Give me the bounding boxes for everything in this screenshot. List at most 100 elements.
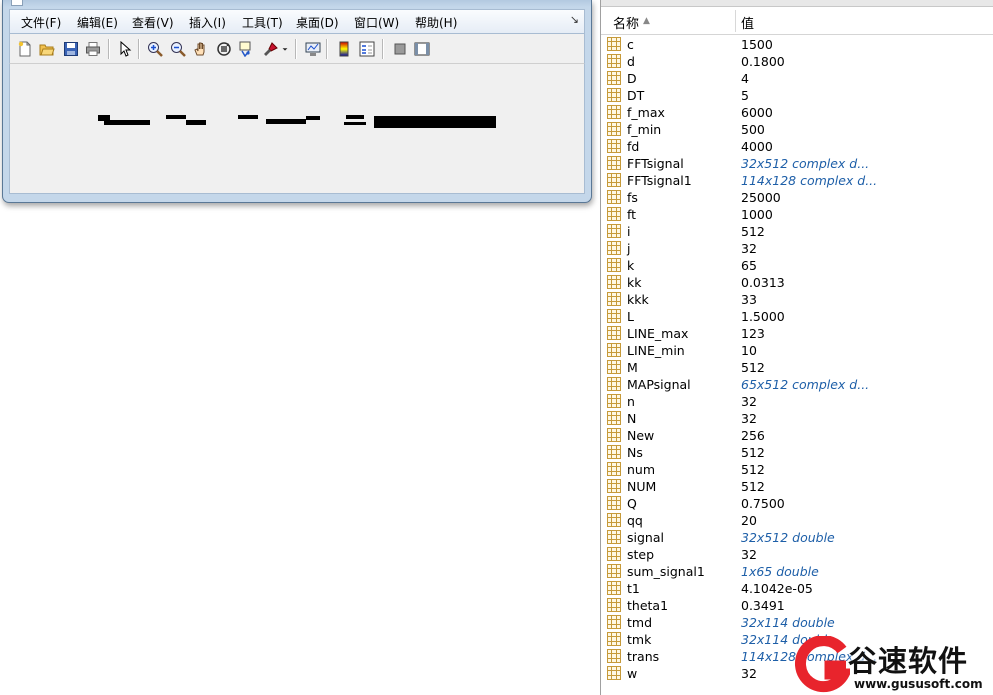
variable-row[interactable]: signal 32x512 double [601, 529, 993, 546]
toolbar-separator [108, 39, 110, 59]
figure-window-icon [11, 0, 23, 6]
variable-name: Ns [627, 445, 643, 460]
variable-array-icon [607, 411, 621, 425]
variable-row[interactable]: step 32 [601, 546, 993, 563]
variable-value: 123 [741, 326, 765, 341]
variable-value: 65 [741, 258, 757, 273]
variable-row[interactable]: MAPsignal 65x512 complex d... [601, 376, 993, 393]
variable-name: c [627, 37, 634, 52]
variable-row[interactable]: FFTsignal 32x512 complex d... [601, 155, 993, 172]
variable-value: 512 [741, 445, 765, 460]
menu-window[interactable]: 窗口(W) [354, 14, 399, 31]
variable-value: 33 [741, 292, 757, 307]
variable-name: k [627, 258, 635, 273]
menu-desktop[interactable]: 桌面(D) [296, 14, 339, 31]
column-header-value[interactable]: 值 [741, 13, 754, 32]
figure-title-strip[interactable] [3, 0, 591, 7]
menu-insert[interactable]: 插入(I) [189, 14, 226, 31]
variable-name: DT [627, 88, 645, 103]
variable-row[interactable]: tmd 32x114 double [601, 614, 993, 631]
menu-tools[interactable]: 工具(T) [242, 14, 283, 31]
variable-row[interactable]: k 65 [601, 257, 993, 274]
variable-value: 10 [741, 343, 757, 358]
menu-help[interactable]: 帮助(H) [415, 14, 457, 31]
variable-name: sum_signal1 [627, 564, 705, 579]
variable-row[interactable]: c 1500 [601, 36, 993, 53]
variable-row[interactable]: LINE_min 10 [601, 342, 993, 359]
variable-row[interactable]: kkk 33 [601, 291, 993, 308]
variable-name: f_max [627, 105, 665, 120]
variable-row[interactable]: N 32 [601, 410, 993, 427]
variable-row[interactable]: kk 0.0313 [601, 274, 993, 291]
pan-hand-icon[interactable] [192, 40, 210, 58]
variable-row[interactable]: f_max 6000 [601, 104, 993, 121]
variable-value: 1.5000 [741, 309, 785, 324]
brush-icon[interactable] [262, 40, 280, 58]
insert-colorbar-icon[interactable] [335, 40, 353, 58]
variable-row[interactable]: L 1.5000 [601, 308, 993, 325]
insert-legend-icon[interactable] [358, 40, 376, 58]
variable-array-icon [607, 547, 621, 561]
hide-plot-tools-icon[interactable] [391, 40, 409, 58]
menu-overflow-icon[interactable]: ↘ [570, 13, 579, 26]
variable-row[interactable]: ft 1000 [601, 206, 993, 223]
variable-array-icon [607, 632, 621, 646]
menu-view[interactable]: 查看(V) [132, 14, 174, 31]
variable-value: 32 [741, 241, 757, 256]
variable-row[interactable]: i 512 [601, 223, 993, 240]
variable-array-icon [607, 360, 621, 374]
variable-row[interactable]: t1 4.1042e-05 [601, 580, 993, 597]
variable-row[interactable]: n 32 [601, 393, 993, 410]
zoom-out-icon[interactable] [169, 40, 187, 58]
column-header-name[interactable]: 名称 [613, 13, 639, 32]
watermark-title: 谷速软件 [848, 644, 969, 678]
variable-row[interactable]: qq 20 [601, 512, 993, 529]
variable-row[interactable]: Ns 512 [601, 444, 993, 461]
data-cursor-icon[interactable] [238, 40, 256, 58]
zoom-in-icon[interactable] [146, 40, 164, 58]
edit-plot-arrow-icon[interactable] [116, 40, 134, 58]
column-divider[interactable] [735, 10, 736, 32]
variable-row[interactable]: M 512 [601, 359, 993, 376]
variable-row[interactable]: j 32 [601, 240, 993, 257]
menu-file[interactable]: 文件(F) [21, 14, 61, 31]
variable-row[interactable]: LINE_max 123 [601, 325, 993, 342]
variable-row[interactable]: d 0.1800 [601, 53, 993, 70]
workspace-title-strip [601, 0, 993, 7]
workspace-header: 名称 ▲ 值 [601, 7, 993, 35]
variable-row[interactable]: FFTsignal1 114x128 complex d... [601, 172, 993, 189]
variable-row[interactable]: New 256 [601, 427, 993, 444]
variable-array-icon [607, 598, 621, 612]
variable-array-icon [607, 343, 621, 357]
new-figure-icon[interactable] [16, 40, 34, 58]
variable-array-icon [607, 530, 621, 544]
variable-row[interactable]: Q 0.7500 [601, 495, 993, 512]
link-plot-icon[interactable] [304, 40, 322, 58]
figure-canvas[interactable] [9, 64, 585, 194]
variable-row[interactable]: sum_signal1 1x65 double [601, 563, 993, 580]
variable-name: N [627, 411, 637, 426]
variable-value: 0.7500 [741, 496, 785, 511]
variable-array-icon [607, 207, 621, 221]
variable-row[interactable]: theta1 0.3491 [601, 597, 993, 614]
rotate-3d-icon[interactable] [215, 40, 233, 58]
variable-row[interactable]: f_min 500 [601, 121, 993, 138]
open-file-icon[interactable] [38, 40, 56, 58]
variable-array-icon [607, 292, 621, 306]
variable-row[interactable]: NUM 512 [601, 478, 993, 495]
toolbar-separator [295, 39, 297, 59]
variable-value: 114x128 complex d... [741, 173, 878, 188]
show-plot-tools-icon[interactable] [413, 40, 431, 58]
variable-row[interactable]: num 512 [601, 461, 993, 478]
variable-array-icon [607, 54, 621, 68]
save-icon[interactable] [62, 40, 80, 58]
print-icon[interactable] [84, 40, 102, 58]
menu-edit[interactable]: 编辑(E) [77, 14, 118, 31]
variable-array-icon [607, 615, 621, 629]
variable-row[interactable]: DT 5 [601, 87, 993, 104]
brush-dropdown-icon[interactable] [280, 40, 290, 58]
variable-row[interactable]: fs 25000 [601, 189, 993, 206]
variable-name: kkk [627, 292, 649, 307]
variable-row[interactable]: D4 [601, 70, 993, 87]
variable-row[interactable]: fd 4000 [601, 138, 993, 155]
